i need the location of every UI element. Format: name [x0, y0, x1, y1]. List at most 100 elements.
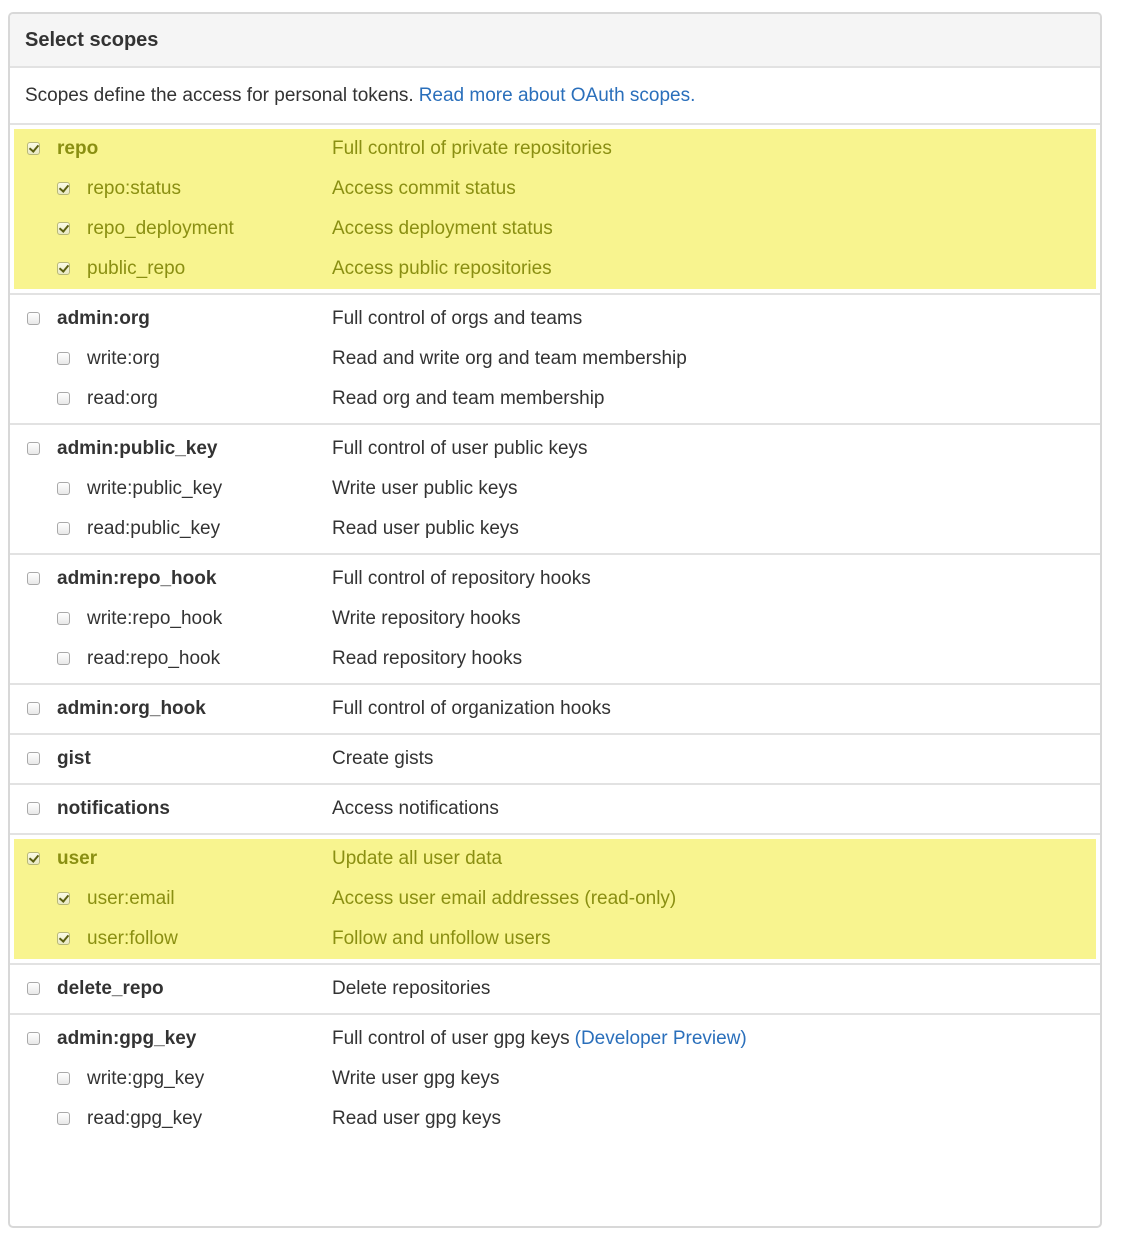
scope-checkbox[interactable]	[27, 1032, 40, 1045]
oauth-scopes-link[interactable]: Read more about OAuth scopes.	[419, 85, 696, 107]
scope-checkbox[interactable]	[27, 142, 40, 155]
scope-row[interactable]: public_repo Access public repositories	[10, 249, 1100, 289]
scope-group-admin-gpg-key: admin:gpg_key Full control of user gpg ke…	[10, 1015, 1100, 1143]
scope-checkbox[interactable]	[57, 352, 70, 365]
scope-row[interactable]: repo Full control of private repositories	[10, 129, 1100, 169]
scope-checkbox[interactable]	[57, 652, 70, 665]
scope-description: Update all user data	[332, 848, 502, 870]
scope-checkbox[interactable]	[57, 1072, 70, 1085]
scope-description: Full control of repository hooks	[332, 568, 591, 590]
scope-description: Access deployment status	[332, 218, 553, 240]
scope-description-text: Read repository hooks	[332, 648, 523, 669]
panel-title: Select scopes	[25, 28, 159, 51]
developer-preview-link[interactable]: (Developer Preview)	[575, 1028, 747, 1049]
scope-group-gist: gist Create gists	[10, 735, 1100, 785]
scope-description-text: Full control of orgs and teams	[332, 308, 583, 329]
scope-name: repo_deployment	[87, 218, 234, 239]
scope-name: notifications	[57, 798, 170, 819]
scope-checkbox[interactable]	[57, 222, 70, 235]
scope-row[interactable]: repo:status Access commit status	[10, 169, 1100, 209]
scope-checkbox[interactable]	[27, 572, 40, 585]
scope-row[interactable]: admin:repo_hook Full control of repositor…	[10, 559, 1100, 599]
scope-name: public_repo	[87, 258, 186, 279]
scope-description-text: Access commit status	[332, 178, 516, 199]
scope-row[interactable]: read:gpg_key Read user gpg keys	[10, 1099, 1100, 1139]
scope-row[interactable]: user:email Access user email addresses (r…	[10, 879, 1100, 919]
scope-group-admin-public-key: admin:public_key Full control of user pub…	[10, 425, 1100, 555]
scope-checkbox[interactable]	[57, 892, 70, 905]
scope-row[interactable]: read:org Read org and team membership	[10, 379, 1100, 419]
scope-row[interactable]: user:follow Follow and unfollow users	[10, 919, 1100, 959]
scope-name: repo:status	[87, 178, 181, 199]
scope-name: admin:repo_hook	[57, 568, 217, 589]
scope-description: Read user gpg keys	[332, 1108, 501, 1130]
scope-name: write:org	[87, 348, 160, 369]
scope-checkbox[interactable]	[27, 852, 40, 865]
scope-description: Access notifications	[332, 798, 499, 820]
scope-checkbox[interactable]	[27, 982, 40, 995]
scope-row[interactable]: repo_deployment Access deployment status	[10, 209, 1100, 249]
scope-description-text: Full control of user gpg keys	[332, 1028, 570, 1049]
scope-row[interactable]: write:public_key Write user public keys	[10, 469, 1100, 509]
scope-row[interactable]: read:repo_hook Read repository hooks	[10, 639, 1100, 679]
scope-row[interactable]: admin:gpg_key Full control of user gpg ke…	[10, 1019, 1100, 1059]
scope-description-text: Full control of repository hooks	[332, 568, 591, 589]
scope-name: write:public_key	[87, 478, 223, 499]
scope-checkbox[interactable]	[57, 522, 70, 535]
scope-name: write:repo_hook	[87, 608, 223, 629]
scope-checkbox[interactable]	[27, 442, 40, 455]
scope-name: write:gpg_key	[87, 1068, 205, 1089]
scope-description-text: Follow and unfollow users	[332, 928, 551, 949]
scope-description-text: Full control of private repositories	[332, 138, 612, 159]
scope-checkbox[interactable]	[57, 612, 70, 625]
scope-description: Full control of user gpg keys (Developer …	[332, 1028, 747, 1050]
scope-checkbox[interactable]	[27, 312, 40, 325]
scope-description-text: Read user gpg keys	[332, 1108, 501, 1129]
scope-group-admin-org: admin:org Full control of orgs and teams w…	[10, 295, 1100, 425]
scope-description-text: Write user public keys	[332, 478, 518, 499]
scope-checkbox[interactable]	[27, 752, 40, 765]
intro-text: Scopes define the access for personal to…	[25, 84, 414, 106]
scope-description-text: Update all user data	[332, 848, 503, 869]
scope-description-text: Read user public keys	[332, 518, 519, 539]
scope-name: user:email	[87, 888, 175, 909]
scope-name: read:gpg_key	[87, 1108, 203, 1129]
scopes-intro: Scopes define the access for personal to…	[10, 68, 1100, 125]
scope-name: admin:public_key	[57, 438, 218, 459]
scope-checkbox[interactable]	[57, 1112, 70, 1125]
scope-checkbox[interactable]	[57, 392, 70, 405]
scope-checkbox[interactable]	[27, 702, 40, 715]
scope-row[interactable]: admin:org Full control of orgs and teams	[10, 299, 1100, 339]
scope-name: admin:gpg_key	[57, 1028, 197, 1049]
scope-description-text: Full control of user public keys	[332, 438, 588, 459]
scope-description: Write user gpg keys	[332, 1068, 500, 1090]
scope-checkbox[interactable]	[57, 262, 70, 275]
scope-description-text: Access public repositories	[332, 258, 552, 279]
scope-name: read:public_key	[87, 518, 221, 539]
scope-row[interactable]: user Update all user data	[10, 839, 1100, 879]
scope-name: user:follow	[87, 928, 178, 949]
scope-group-user: user Update all user data user:email Access…	[10, 835, 1100, 965]
scope-group-repo: repo Full control of private repositories…	[10, 125, 1100, 295]
scope-row[interactable]: read:public_key Read user public keys	[10, 509, 1100, 549]
scope-row[interactable]: write:org Read and write org and team mem…	[10, 339, 1100, 379]
scope-description: Full control of orgs and teams	[332, 308, 582, 330]
scope-description-text: Create gists	[332, 748, 434, 769]
scope-checkbox[interactable]	[57, 932, 70, 945]
scope-description: Read user public keys	[332, 518, 519, 540]
scope-description-text: Write repository hooks	[332, 608, 521, 629]
scope-checkbox[interactable]	[57, 182, 70, 195]
scope-description: Write repository hooks	[332, 608, 521, 630]
scope-checkbox[interactable]	[57, 482, 70, 495]
scope-row[interactable]: admin:public_key Full control of user pub…	[10, 429, 1100, 469]
scope-checkbox[interactable]	[27, 802, 40, 815]
scope-row[interactable]: write:gpg_key Write user gpg keys	[10, 1059, 1100, 1099]
scope-description: Read and write org and team membership	[332, 348, 687, 370]
scope-name: user	[57, 848, 98, 869]
scope-row[interactable]: write:repo_hook Write repository hooks	[10, 599, 1100, 639]
scope-row[interactable]: gist Create gists	[10, 739, 1100, 779]
scope-groups: repo Full control of private repositories…	[10, 125, 1100, 1143]
scope-row[interactable]: notifications Access notifications	[10, 789, 1100, 829]
scope-row[interactable]: admin:org_hook Full control of organizati…	[10, 689, 1100, 729]
scope-row[interactable]: delete_repo Delete repositories	[10, 969, 1100, 1009]
